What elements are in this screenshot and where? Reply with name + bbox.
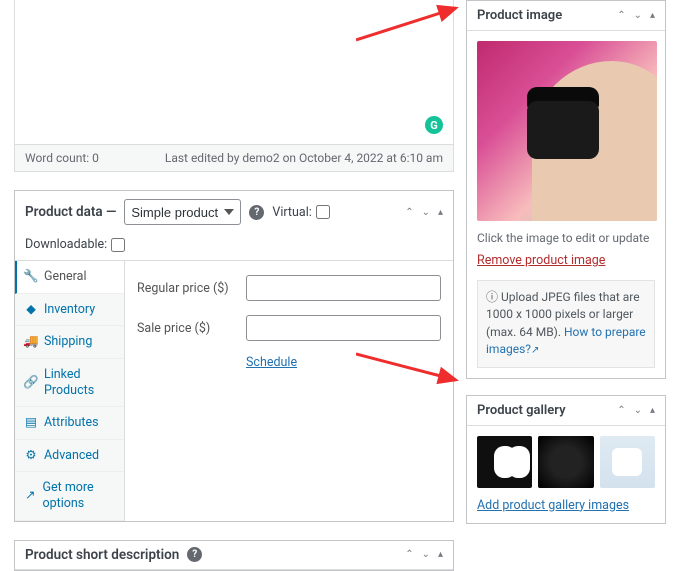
diamond-icon: ◆ [25,302,37,318]
product-data-header: Product data — Simple product ? Virtual:… [15,191,453,261]
edit-image-hint: Click the image to edit or update [477,231,655,245]
move-down-icon[interactable]: ⌄ [422,549,430,560]
move-down-icon[interactable]: ⌄ [634,405,642,416]
general-tab-fields: Regular price ($) Sale price ($) Schedul… [125,261,453,521]
tab-attributes[interactable]: ▤Attributes [15,407,124,440]
tab-shipping[interactable]: 🚚Shipping [15,326,124,359]
gallery-thumb[interactable] [477,436,532,488]
downloadable-checkbox[interactable] [111,238,125,252]
move-up-icon[interactable]: ⌃ [405,549,413,560]
schedule-link[interactable]: Schedule [246,355,441,370]
add-gallery-images-link[interactable]: Add product gallery images [477,498,629,513]
short-description-title: Product short description [25,547,179,563]
collapse-icon[interactable]: ▴ [438,207,443,218]
regular-price-label: Regular price ($) [137,281,232,296]
product-data-title: Product data — [25,204,116,220]
tab-inventory[interactable]: ◆Inventory [15,294,124,327]
gallery-thumbnails [477,436,655,488]
content-editor[interactable]: G [14,0,454,145]
collapse-icon[interactable]: ▴ [438,549,443,560]
last-edited: Last edited by demo2 on October 4, 2022 … [165,151,443,165]
sale-price-input[interactable] [246,315,441,341]
list-icon: ▤ [25,415,37,431]
gallery-thumb[interactable] [600,436,655,488]
move-down-icon[interactable]: ⌄ [634,10,642,21]
remove-product-image-link[interactable]: Remove product image [477,253,655,268]
tab-get-more-options[interactable]: ↗Get more options [15,472,124,520]
product-image-title: Product image [477,8,562,23]
move-up-icon[interactable]: ⌃ [405,207,413,218]
link-icon: 🔗 [25,375,37,391]
product-data-tabs: 🔧General ◆Inventory 🚚Shipping 🔗Linked Pr… [15,261,125,521]
grammarly-icon[interactable]: G [425,116,443,134]
external-link-icon: ↗ [531,345,539,356]
product-type-select[interactable]: Simple product [124,199,241,225]
help-icon[interactable]: ? [249,205,264,220]
tab-linked-products[interactable]: 🔗Linked Products [15,359,124,407]
tab-advanced[interactable]: ⚙Advanced [15,440,124,473]
editor-statusbar: Word count: 0 Last edited by demo2 on Oc… [14,145,454,172]
collapse-icon[interactable]: ▴ [650,405,655,416]
word-count: Word count: 0 [25,151,99,165]
regular-price-input[interactable] [246,275,441,301]
product-image-panel: Product image ⌃ ⌄ ▴ Click the image to e… [466,0,666,379]
wrench-icon: 🔧 [25,269,37,285]
short-description-panel: Product short description ? ⌃ ⌄ ▴ [14,540,454,571]
gallery-thumb[interactable] [538,436,593,488]
virtual-label: Virtual: [272,205,329,220]
truck-icon: 🚚 [25,334,37,350]
virtual-checkbox[interactable] [316,205,330,219]
move-up-icon[interactable]: ⌃ [617,405,625,416]
tab-general[interactable]: 🔧General [15,261,124,294]
collapse-icon[interactable]: ▴ [650,10,655,21]
product-gallery-title: Product gallery [477,403,566,418]
gear-icon: ⚙ [25,448,37,464]
product-data-panel: Product data — Simple product ? Virtual:… [14,190,454,522]
move-down-icon[interactable]: ⌄ [422,207,430,218]
featured-image[interactable] [477,41,657,221]
downloadable-label: Downloadable: [25,237,125,252]
external-icon: ↗ [25,488,35,504]
image-upload-info: ⓘ Upload JPEG files that are 1000 x 1000… [477,280,655,368]
sale-price-label: Sale price ($) [137,321,232,336]
move-up-icon[interactable]: ⌃ [617,10,625,21]
help-icon[interactable]: ? [187,547,202,562]
product-gallery-panel: Product gallery ⌃ ⌄ ▴ Add product galler… [466,395,666,524]
